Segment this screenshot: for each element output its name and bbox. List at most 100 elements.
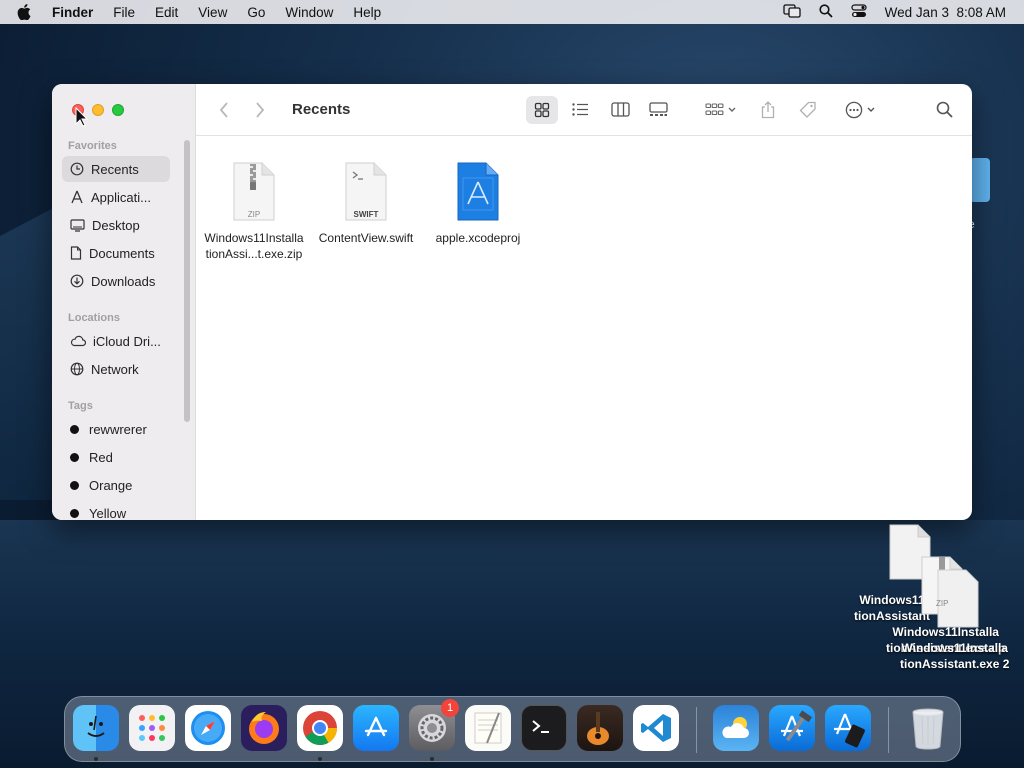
- apple-menu-icon[interactable]: [0, 4, 48, 20]
- chrome-icon[interactable]: [297, 705, 343, 751]
- file-item-swift[interactable]: SWIFT ContentView.swift: [311, 162, 421, 246]
- list-view-button[interactable]: [564, 103, 596, 116]
- file-badge: ZIP: [247, 210, 261, 219]
- sidebar-section-tags: Tags: [68, 400, 93, 412]
- finder-icon[interactable]: [73, 705, 119, 751]
- zoom-button[interactable]: [112, 104, 124, 116]
- sidebar-tag-red[interactable]: Red: [62, 444, 170, 470]
- sidebar-scrollbar[interactable]: [184, 140, 190, 422]
- weather-icon[interactable]: [713, 705, 759, 751]
- desktop-file-1-label[interactable]: Windows11 tionAssistant: [854, 592, 930, 624]
- globe-icon: [70, 362, 84, 376]
- group-by-button[interactable]: [700, 102, 740, 117]
- textedit-icon[interactable]: [465, 705, 511, 751]
- running-indicator: [430, 757, 434, 761]
- menu-help[interactable]: Help: [343, 5, 391, 20]
- sidebar-item-label: Desktop: [92, 217, 140, 233]
- desktop-file-3-label[interactable]: Windows11Installa tionAssistant.exe 2: [900, 640, 1009, 672]
- ellipsis-circle-icon: [846, 101, 863, 118]
- desktop-label-line: tionAssistant: [854, 609, 931, 623]
- finder-sidebar: Favorites Recents Applicati... Desktop D…: [52, 84, 196, 520]
- tag-color-dot: [70, 424, 79, 434]
- sidebar-item-label: rewwrerer: [89, 421, 147, 437]
- sidebar-item-label: Documents: [89, 245, 155, 261]
- window-mirror-icon[interactable]: [783, 3, 801, 21]
- app-store-icon[interactable]: [353, 705, 399, 751]
- terminal-icon[interactable]: [521, 705, 567, 751]
- sidebar-item-label: Recents: [91, 161, 139, 177]
- more-actions-button[interactable]: [840, 101, 880, 119]
- xcode-icon[interactable]: [769, 705, 815, 751]
- sidebar-item-label: Downloads: [91, 273, 156, 289]
- sidebar-tag-yellow[interactable]: Yellow: [62, 500, 170, 520]
- safari-icon[interactable]: [185, 705, 231, 751]
- file-name: ContentView.swift: [318, 231, 414, 245]
- tag-button[interactable]: [794, 101, 822, 119]
- running-indicator: [318, 757, 322, 761]
- simulator-icon[interactable]: [825, 705, 871, 751]
- sidebar-item-documents[interactable]: Documents: [62, 240, 170, 266]
- file-name: apple.xcodeproj: [435, 231, 521, 245]
- minimize-button[interactable]: [92, 104, 104, 116]
- running-indicator: [94, 757, 98, 761]
- mouse-cursor-icon: [75, 107, 89, 127]
- sidebar-item-desktop[interactable]: Desktop: [62, 212, 170, 238]
- search-icon[interactable]: [819, 3, 833, 21]
- menu-go[interactable]: Go: [237, 5, 275, 20]
- back-button[interactable]: [210, 101, 238, 118]
- grid-icon: [535, 102, 550, 117]
- sidebar-item-icloud[interactable]: iCloud Dri...: [62, 328, 170, 354]
- menu-app-name[interactable]: Finder: [48, 5, 103, 20]
- trash-icon[interactable]: [905, 705, 951, 751]
- dock-separator: [888, 707, 889, 753]
- share-button[interactable]: [754, 100, 782, 119]
- sidebar-item-network[interactable]: Network: [62, 356, 170, 382]
- finder-window: Favorites Recents Applicati... Desktop D…: [52, 84, 972, 520]
- file-name: Windows11Installa: [204, 231, 304, 245]
- search-button[interactable]: [930, 101, 958, 118]
- desktop-label-line: Windows11Installa: [892, 625, 999, 639]
- file-item-xcodeproj[interactable]: apple.xcodeproj: [423, 162, 533, 246]
- sidebar-section-locations: Locations: [68, 312, 120, 324]
- file-badge: ZIP: [936, 599, 949, 608]
- column-view-button[interactable]: [604, 102, 636, 117]
- gallery-view-button[interactable]: [642, 102, 674, 117]
- sidebar-tag-orange[interactable]: Orange: [62, 472, 170, 498]
- sidebar-item-label: Red: [89, 449, 113, 465]
- desktop-file-2[interactable]: ZIP: [920, 556, 980, 633]
- launchpad-icon[interactable]: [129, 705, 175, 751]
- garageband-icon[interactable]: [577, 705, 623, 751]
- sidebar-item-applications[interactable]: Applicati...: [62, 184, 170, 210]
- chevron-down-icon: [728, 107, 736, 112]
- menu-window[interactable]: Window: [275, 5, 343, 20]
- menu-edit[interactable]: Edit: [145, 5, 188, 20]
- menu-datetime[interactable]: Wed Jan 3 8:08 AM: [885, 5, 1006, 20]
- group-icon: [705, 102, 724, 115]
- icon-view-button[interactable]: [526, 95, 559, 124]
- desktop-folder-icon[interactable]: [970, 158, 990, 202]
- share-icon: [762, 100, 775, 118]
- sidebar-tag-rewwrerer[interactable]: rewwrerer: [62, 416, 170, 442]
- sidebar-item-label: Yellow: [89, 505, 127, 521]
- xcodeproj-icon: [423, 162, 533, 224]
- chevron-down-icon: [867, 107, 875, 112]
- sidebar-item-recents[interactable]: Recents: [62, 156, 170, 182]
- tag-color-dot: [70, 452, 79, 462]
- settings-icon[interactable]: 1: [409, 699, 459, 751]
- firefox-icon[interactable]: [241, 705, 287, 751]
- menu-view[interactable]: View: [188, 5, 237, 20]
- file-badge: SWIFT: [353, 210, 379, 219]
- vscode-icon[interactable]: [633, 705, 679, 751]
- list-icon: [572, 103, 588, 116]
- forward-button[interactable]: [246, 101, 274, 118]
- chevron-right-icon: [256, 101, 265, 118]
- file-item-zip[interactable]: ZIP Windows11Installa tionAssi...t.exe.z…: [199, 162, 309, 262]
- sidebar-item-downloads[interactable]: Downloads: [62, 268, 170, 294]
- sidebar-item-label: iCloud Dri...: [93, 333, 161, 349]
- menu-bar: Finder File Edit View Go Window Help Wed…: [0, 0, 1024, 24]
- sidebar-item-label: Applicati...: [91, 189, 151, 205]
- menu-file[interactable]: File: [103, 5, 145, 20]
- sidebar-section-favorites: Favorites: [68, 140, 117, 152]
- tag-icon: [799, 101, 817, 118]
- control-center-icon[interactable]: [851, 3, 867, 21]
